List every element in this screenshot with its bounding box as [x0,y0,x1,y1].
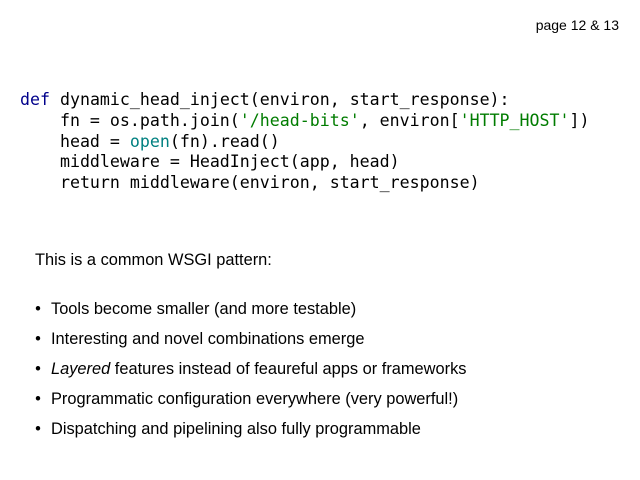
code-block: def dynamic_head_inject(environ, start_r… [20,90,589,194]
code-token: (fn).read() [169,131,280,151]
code-token: open [129,131,170,151]
code-line: fn = os.path.join('/head-bits', environ[… [20,110,590,132]
code-line: return middleware(environ, start_respons… [20,173,589,194]
bullet-icon: • [35,330,41,348]
bullet-emphasis: Layered [51,360,111,378]
bullet-text: Programmatic configuration everywhere (v… [51,390,459,408]
bullet-item: • Interesting and novel combinations eme… [32,329,466,359]
bullet-item: • Layered features instead of feaureful … [32,359,466,389]
bullet-text: Interesting and novel combinations emerg… [51,330,365,348]
code-token: def [20,90,50,109]
bullet-icon: • [35,390,41,408]
bullet-text: features instead of feaureful apps or fr… [110,360,467,378]
intro-text: This is a common WSGI pattern: [35,251,272,269]
code-line: head = open(fn).read() [20,132,589,153]
code-token: head = [20,131,130,151]
bullet-text: Dispatching and pipelining also fully pr… [51,420,421,438]
bullet-icon: • [35,300,41,318]
code-token: , environ[ [359,110,460,130]
code-line: middleware = HeadInject(app, head) [20,152,589,173]
bullet-list: • Tools become smaller (and more testabl… [32,299,466,449]
bullet-icon: • [35,420,41,438]
code-token: dynamic_head_inject(environ, start_respo… [49,90,510,109]
bullet-item: • Tools become smaller (and more testabl… [32,299,466,329]
code-token: return middleware(environ, start_respons… [20,173,480,192]
bullet-item: • Programmatic configuration everywhere … [32,389,466,419]
code-line: def dynamic_head_inject(environ, start_r… [20,90,589,111]
code-token: ]) [569,110,590,130]
bullet-text: Tools become smaller (and more testable) [51,300,357,318]
code-token: middleware = HeadInject(app, head) [20,152,400,172]
bullet-icon: • [35,360,41,378]
code-token: '/head-bits' [239,110,360,130]
page-label: page 12 & 13 [535,17,619,33]
code-token: fn = os.path.join( [20,110,240,130]
bullet-item: • Dispatching and pipelining also fully … [32,419,466,449]
code-token: 'HTTP_HOST' [459,110,570,130]
